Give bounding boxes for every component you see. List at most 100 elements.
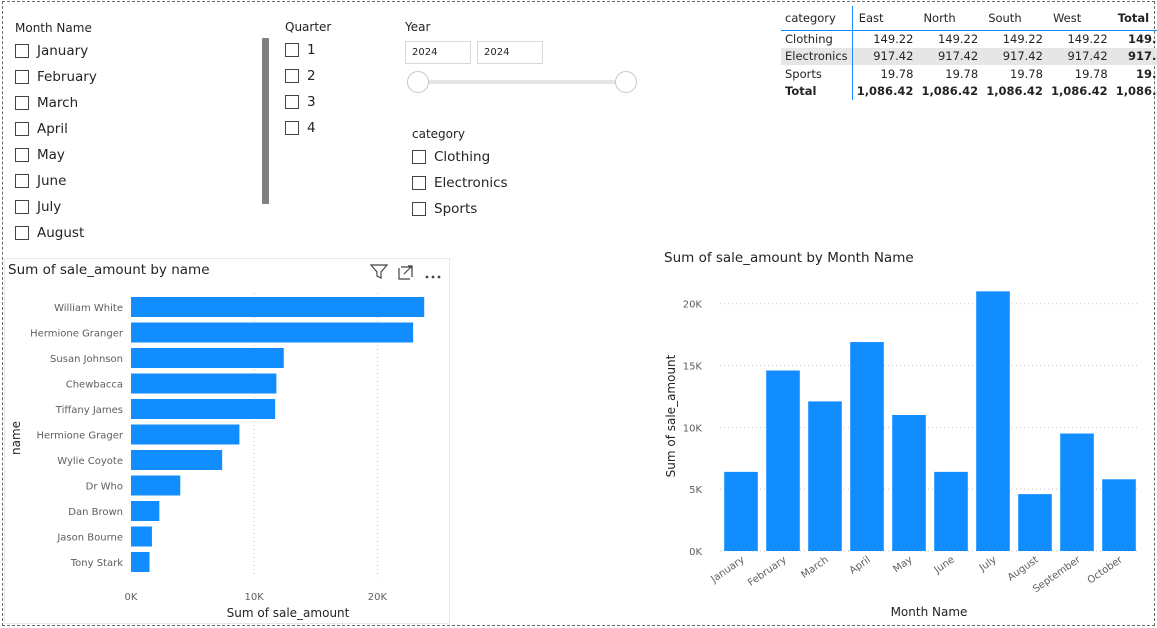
month-slicer-item[interactable]: May xyxy=(15,147,65,163)
bar[interactable] xyxy=(131,450,223,470)
year-range-track[interactable] xyxy=(418,80,626,84)
matrix-header-south[interactable]: South xyxy=(982,6,1047,31)
bar[interactable] xyxy=(766,370,800,551)
matrix-row[interactable]: Clothing 149.22 149.22 149.22 149.22 149.22 xyxy=(781,30,1157,48)
bar[interactable] xyxy=(131,552,150,572)
bar[interactable] xyxy=(131,501,160,521)
matrix-total-cell: 1,086.42 xyxy=(856,84,914,99)
bar[interactable] xyxy=(131,373,277,394)
year-range-start-handle[interactable] xyxy=(407,71,429,93)
bar[interactable] xyxy=(131,424,240,445)
bar[interactable] xyxy=(1060,433,1094,551)
checkbox[interactable] xyxy=(412,150,426,164)
category-slicer-item[interactable]: Electronics xyxy=(412,175,508,191)
bar[interactable] xyxy=(131,297,425,317)
matrix-cell: 19.78 xyxy=(945,66,979,81)
quarter-slicer-item-label: 2 xyxy=(307,68,316,84)
x-tick-label: April xyxy=(848,554,873,576)
filter-icon[interactable] xyxy=(369,264,389,284)
bar[interactable] xyxy=(131,348,284,368)
checkbox[interactable] xyxy=(412,202,426,216)
y-tick-label: Dr Who xyxy=(86,482,123,493)
x-axis-title: Month Name xyxy=(891,605,968,619)
x-tick-label: 20K xyxy=(368,592,388,603)
month-slicer-item[interactable]: July xyxy=(15,199,61,215)
year-from-input[interactable]: 2024 xyxy=(405,41,471,64)
checkbox[interactable] xyxy=(15,148,29,162)
matrix-total-cell: 1,086.42 xyxy=(986,84,1043,99)
y-tick-label: Hermione Grager xyxy=(36,431,123,442)
month-slicer-item[interactable]: January xyxy=(15,43,88,59)
focus-mode-icon[interactable] xyxy=(398,264,414,284)
bar[interactable] xyxy=(1018,494,1052,551)
checkbox[interactable] xyxy=(412,176,426,190)
quarter-slicer-item[interactable]: 1 xyxy=(285,42,316,58)
quarter-slicer-item[interactable]: 2 xyxy=(285,68,316,84)
category-slicer-item[interactable]: Clothing xyxy=(412,149,490,165)
checkbox[interactable] xyxy=(285,69,299,83)
quarter-slicer-item[interactable]: 4 xyxy=(285,120,316,136)
month-slicer-scrollbar[interactable] xyxy=(262,38,269,204)
month-slicer-item[interactable]: March xyxy=(15,95,78,111)
name-bar-chart: 0K 10K 20K William White Hermione Granger Sus… xyxy=(9,293,425,620)
checkbox[interactable] xyxy=(15,70,29,84)
matrix-header-north[interactable]: North xyxy=(917,6,983,31)
matrix-row[interactable]: Sports 19.78 19.78 19.78 19.78 19.78 xyxy=(781,65,1157,83)
month-chart-title: Sum of sale_amount by Month Name xyxy=(664,250,914,266)
bar[interactable] xyxy=(934,471,968,551)
bar[interactable] xyxy=(850,342,884,551)
matrix-header-category[interactable]: category xyxy=(781,6,853,31)
bar[interactable] xyxy=(976,291,1010,551)
checkbox[interactable] xyxy=(15,200,29,214)
matrix-row-label: Electronics xyxy=(781,47,853,65)
category-slicer-item[interactable]: Sports xyxy=(412,201,477,217)
x-tick-label: March xyxy=(799,554,830,580)
bar[interactable] xyxy=(724,471,758,551)
checkbox[interactable] xyxy=(285,95,299,109)
x-tick-label: 0K xyxy=(125,592,138,603)
matrix-header-west[interactable]: West xyxy=(1046,6,1112,31)
name-chart-title: Sum of sale_amount by name xyxy=(8,262,210,278)
checkbox[interactable] xyxy=(15,96,29,110)
year-to-input[interactable]: 2024 xyxy=(477,41,543,64)
quarter-slicer-item[interactable]: 3 xyxy=(285,94,316,110)
checkbox[interactable] xyxy=(285,121,299,135)
bar[interactable] xyxy=(892,415,926,551)
matrix-cell: 917.42 xyxy=(917,47,983,65)
matrix-cell: 917.42 xyxy=(852,47,918,65)
x-tick-label: September xyxy=(1031,554,1083,595)
month-slicer-item[interactable]: February xyxy=(15,69,97,85)
matrix-total-cell: 1,086.42 xyxy=(1050,84,1108,99)
bar[interactable] xyxy=(131,399,276,419)
checkbox[interactable] xyxy=(15,226,29,240)
bar[interactable] xyxy=(131,322,414,343)
year-range-end-handle[interactable] xyxy=(615,71,637,93)
category-slicer-title: category xyxy=(412,127,466,141)
x-tick-label: October xyxy=(1086,554,1126,586)
matrix-cell: 19.78 xyxy=(1074,66,1108,81)
bar[interactable] xyxy=(1102,479,1136,551)
x-tick-label: May xyxy=(891,554,914,575)
checkbox[interactable] xyxy=(15,44,29,58)
more-options-icon[interactable] xyxy=(424,265,442,284)
month-slicer-item[interactable]: June xyxy=(15,173,66,189)
y-tick-label: Hermione Granger xyxy=(30,329,124,340)
bar[interactable] xyxy=(131,475,181,496)
bar[interactable] xyxy=(808,401,842,551)
month-slicer-item[interactable]: August xyxy=(15,225,84,241)
matrix-header-total[interactable]: Total xyxy=(1111,6,1157,31)
y-tick-label: 20K xyxy=(683,300,703,311)
matrix-cell: 149.22 xyxy=(873,32,914,46)
quarter-slicer-title: Quarter xyxy=(285,20,332,34)
matrix-header-east[interactable]: East xyxy=(852,6,918,31)
bar[interactable] xyxy=(131,526,152,547)
checkbox[interactable] xyxy=(15,174,29,188)
month-bar-chart: 0K 5K 10K 15K 20K January February March April Ma… xyxy=(664,291,1140,619)
month-slicer-item-label: January xyxy=(37,43,89,59)
quarter-slicer-item-label: 3 xyxy=(307,94,316,110)
matrix-row-total: 917.42 xyxy=(1111,47,1157,65)
month-slicer-item[interactable]: April xyxy=(15,121,68,137)
checkbox[interactable] xyxy=(15,122,29,136)
checkbox[interactable] xyxy=(285,43,299,57)
matrix-row[interactable]: Electronics917.42917.42917.42917.42917.4… xyxy=(781,47,1157,65)
